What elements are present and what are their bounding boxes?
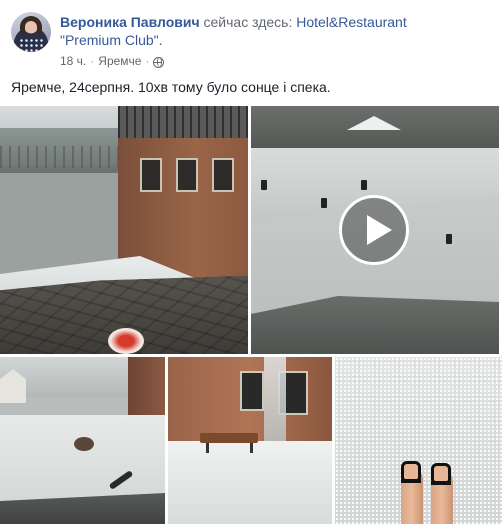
place-link-line1[interactable]: Hotel&Restaurant <box>296 14 407 30</box>
checkin-text: сейчас здесь: <box>203 14 293 30</box>
photo-stump <box>74 437 94 451</box>
globe-icon[interactable] <box>153 56 165 68</box>
video-lamp <box>261 180 267 190</box>
photo-window <box>240 371 264 411</box>
play-icon[interactable] <box>339 195 409 265</box>
post-text: Яремче, 24серпня. 10хв тому було сонце і… <box>11 79 331 95</box>
photo-water-stream <box>264 357 286 443</box>
meta-separator: · <box>90 54 95 68</box>
post-meta: 18 ч. · Яремче · <box>60 54 165 68</box>
photo-3[interactable] <box>0 357 165 524</box>
photo-1[interactable] <box>0 106 248 354</box>
video-lamp <box>446 234 452 244</box>
photo-fence <box>0 146 130 168</box>
photo-balcony <box>118 106 248 138</box>
photo-window <box>212 158 234 192</box>
photo-flowers <box>108 328 144 354</box>
video-thumbnail[interactable] <box>251 106 499 354</box>
avatar-dress-pattern <box>19 38 43 52</box>
photo-sandal-strap <box>401 479 421 483</box>
meta-separator-2: · <box>145 54 150 68</box>
photo-snow-ground <box>168 441 332 524</box>
post-timestamp-link[interactable]: 18 ч. <box>60 54 86 68</box>
photo-window <box>140 158 162 192</box>
place-link-line2[interactable]: "Premium Club". <box>60 32 163 48</box>
video-lamp <box>361 180 367 190</box>
photo-bench <box>200 433 258 443</box>
author-avatar[interactable] <box>11 12 51 52</box>
feed-post: Вероника Павлович сейчас здесь: Hotel&Re… <box>0 0 502 524</box>
photo-bench-leg <box>250 443 253 453</box>
video-lamp <box>321 198 327 208</box>
photo-bench-leg <box>206 443 209 453</box>
photo-4[interactable] <box>168 357 332 524</box>
author-name-link[interactable]: Вероника Павлович <box>60 14 200 30</box>
photo-sandal-strap <box>431 481 451 485</box>
post-location-link[interactable]: Яремче <box>98 54 141 68</box>
photo-5[interactable] <box>335 357 502 524</box>
post-header: Вероника Павлович сейчас здесь: Hotel&Re… <box>60 13 490 49</box>
avatar-hair-shape <box>20 16 42 38</box>
photo-window <box>176 158 198 192</box>
